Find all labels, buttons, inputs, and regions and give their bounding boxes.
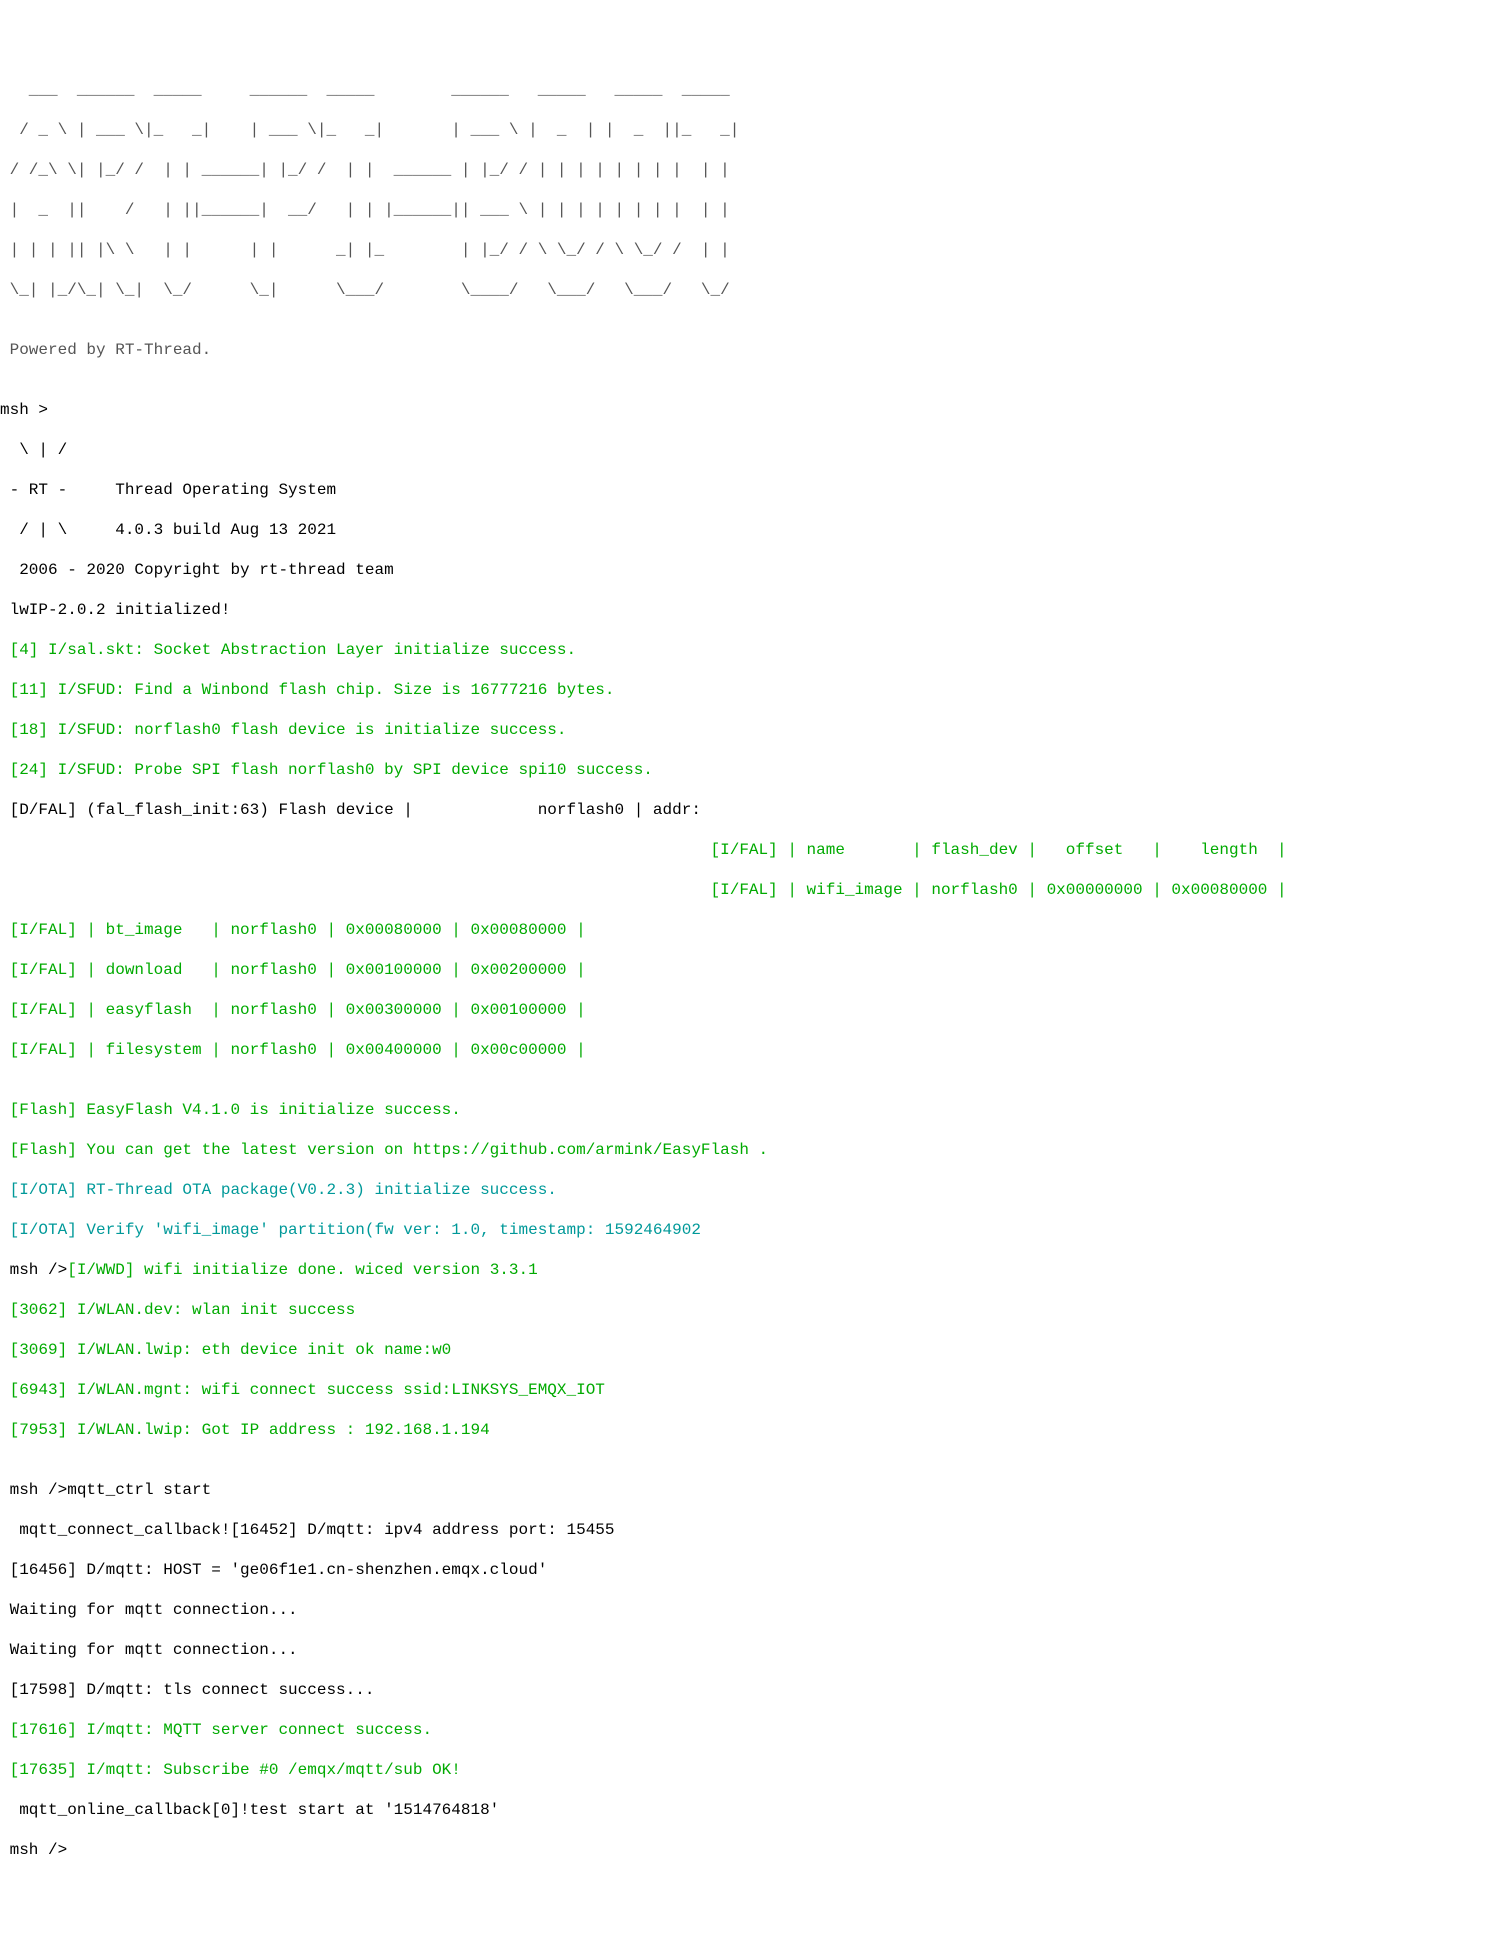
build-line: / | \ 4.0.3 build Aug 13 2021 [0,520,1492,540]
logo-line: \ | / [0,440,1492,460]
dfal-log: [D/FAL] (fal_flash_init:63) Flash device… [0,800,1492,820]
lwip-line: lwIP-2.0.2 initialized! [0,600,1492,620]
mqtt-sub-log: [17635] I/mqtt: Subscribe #0 /emqx/mqtt/… [0,1760,1492,1780]
fal-row-bt: [I/FAL] | bt_image | norflash0 | 0x00080… [0,920,1492,940]
wait-log: Waiting for mqtt connection... [0,1600,1492,1620]
fal-row-easyflash: [I/FAL] | easyflash | norflash0 | 0x0030… [0,1000,1492,1020]
ascii-art-line: | | | || |\ \ | | | | _| |_ | |_/ / \ \_… [0,240,1492,260]
ascii-art-line: ___ ______ _____ ______ _____ ______ ___… [0,80,1492,100]
terminal-output[interactable]: ___ ______ _____ ______ _____ ______ ___… [0,80,1492,1860]
wlan-log: [3069] I/WLAN.lwip: eth device init ok n… [0,1340,1492,1360]
callback-suffix: [16452] D/mqtt: ipv4 address port: 15455 [230,1521,614,1539]
fal-row-wifi: [I/FAL] | wifi_image | norflash0 | 0x000… [0,880,1492,900]
wlan-log: [7953] I/WLAN.lwip: Got IP address : 192… [0,1420,1492,1440]
ascii-art-line: / /_\ \| |_/ / | | ______| |_/ / | | ___… [0,160,1492,180]
wait-log: Waiting for mqtt connection... [0,1640,1492,1660]
sfud-log: [18] I/SFUD: norflash0 flash device is i… [0,720,1492,740]
sfud-log: [11] I/SFUD: Find a Winbond flash chip. … [0,680,1492,700]
mqtt-connect-log: [17616] I/mqtt: MQTT server connect succ… [0,1720,1492,1740]
wlan-log: [6943] I/WLAN.mgnt: wifi connect success… [0,1380,1492,1400]
online-callback: mqtt_online_callback[0]!test start at '1… [0,1800,1492,1820]
ascii-art-line: \_| |_/\_| \_| \_/ \_| \___/ \____/ \___… [0,280,1492,300]
callback-prefix: mqtt_connect_callback! [0,1521,230,1539]
sal-log: [4] I/sal.skt: Socket Abstraction Layer … [0,640,1492,660]
sfud-log: [24] I/SFUD: Probe SPI flash norflash0 b… [0,760,1492,780]
wwd-log: msh />[I/WWD] wifi initialize done. wice… [0,1260,1492,1280]
ascii-art-line: | _ || / | ||______| __/ | | |______|| _… [0,200,1492,220]
fal-row-filesystem: [I/FAL] | filesystem | norflash0 | 0x004… [0,1040,1492,1060]
msh-prompt: msh > [0,400,1492,420]
mqtt-callback: mqtt_connect_callback![16452] D/mqtt: ip… [0,1520,1492,1540]
mqtt-command: msh />mqtt_ctrl start [0,1480,1492,1500]
wlan-log: [3062] I/WLAN.dev: wlan init success [0,1300,1492,1320]
ota-log: [I/OTA] RT-Thread OTA package(V0.2.3) in… [0,1180,1492,1200]
ota-log: [I/OTA] Verify 'wifi_image' partition(fw… [0,1220,1492,1240]
msh-prefix: msh /> [0,1261,67,1279]
mqtt-host: [16456] D/mqtt: HOST = 'ge06f1e1.cn-shen… [0,1560,1492,1580]
tls-log: [17598] D/mqtt: tls connect success... [0,1680,1492,1700]
fal-row-download: [I/FAL] | download | norflash0 | 0x00100… [0,960,1492,980]
powered-by: Powered by RT-Thread. [0,340,1492,360]
rt-thread-line: - RT - Thread Operating System [0,480,1492,500]
flash-log: [Flash] EasyFlash V4.1.0 is initialize s… [0,1100,1492,1120]
msh-prompt-final: msh /> [0,1840,1492,1860]
copyright-line: 2006 - 2020 Copyright by rt-thread team [0,560,1492,580]
flash-log: [Flash] You can get the latest version o… [0,1140,1492,1160]
fal-header: [I/FAL] | name | flash_dev | offset | le… [0,840,1492,860]
ascii-art-line: / _ \ | ___ \|_ _| | ___ \|_ _| | ___ \ … [0,120,1492,140]
wwd-text: [I/WWD] wifi initialize done. wiced vers… [67,1261,537,1279]
